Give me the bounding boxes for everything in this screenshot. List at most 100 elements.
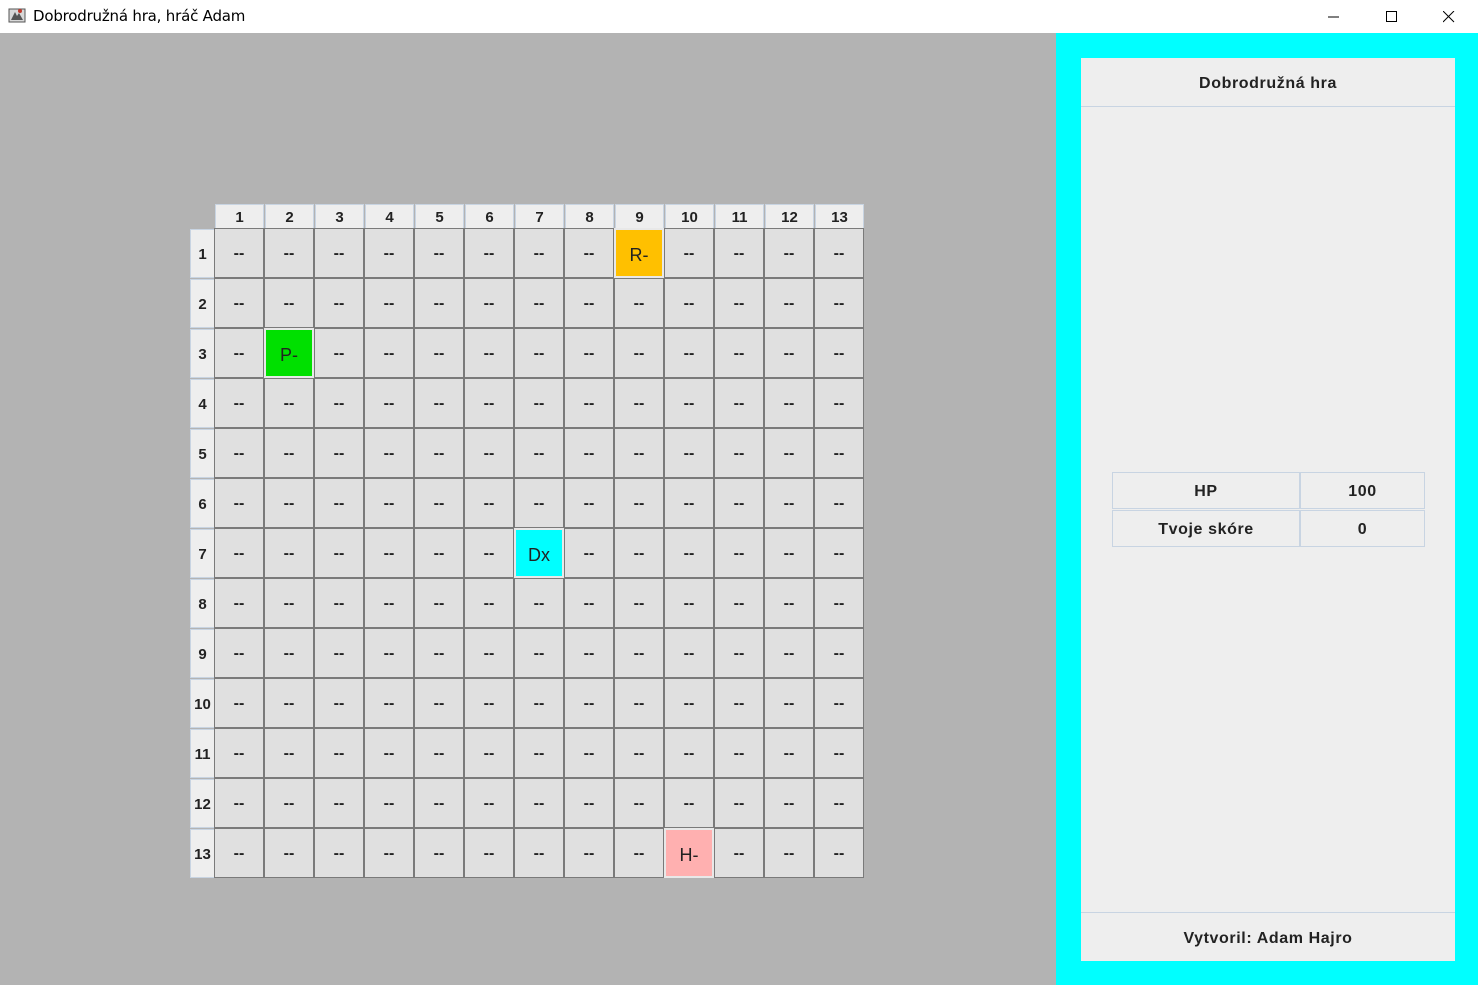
board-cell[interactable]: -- (314, 378, 364, 428)
board-cell[interactable]: -- (714, 778, 764, 828)
board-cell[interactable]: -- (314, 628, 364, 678)
board-cell[interactable]: -- (814, 228, 864, 278)
board-cell[interactable]: -- (264, 728, 314, 778)
board-cell[interactable]: -- (514, 478, 564, 528)
board-cell[interactable]: -- (364, 378, 414, 428)
board-cell[interactable]: -- (664, 578, 714, 628)
board-cell[interactable]: -- (714, 528, 764, 578)
board-cell[interactable]: -- (764, 378, 814, 428)
board-cell[interactable]: -- (464, 628, 514, 678)
board-cell[interactable]: -- (364, 528, 414, 578)
board-cell[interactable]: -- (814, 278, 864, 328)
board-cell[interactable]: -- (214, 328, 264, 378)
board-cell[interactable]: -- (464, 778, 514, 828)
board-cell[interactable]: -- (214, 478, 264, 528)
board-cell[interactable]: -- (364, 728, 414, 778)
board-cell[interactable]: -- (614, 828, 664, 878)
board-cell[interactable]: -- (264, 528, 314, 578)
board-cell[interactable]: -- (464, 828, 514, 878)
board-cell[interactable]: -- (714, 578, 764, 628)
board-cell[interactable]: -- (364, 578, 414, 628)
board-cell[interactable]: -- (614, 328, 664, 378)
board-cell[interactable]: -- (514, 428, 564, 478)
board-cell[interactable]: -- (514, 678, 564, 728)
board-cell[interactable]: -- (714, 428, 764, 478)
board-cell-entity[interactable]: Dx (514, 528, 564, 578)
board-cell[interactable]: -- (664, 528, 714, 578)
board-cell[interactable]: -- (264, 628, 314, 678)
board-cell[interactable]: -- (364, 428, 414, 478)
board-cell[interactable]: -- (314, 778, 364, 828)
board-cell[interactable]: -- (414, 328, 464, 378)
board-cell[interactable]: -- (514, 728, 564, 778)
board-cell[interactable]: -- (764, 778, 814, 828)
board-cell[interactable]: -- (614, 678, 664, 728)
board-cell[interactable]: -- (264, 278, 314, 328)
board-cell[interactable]: -- (814, 628, 864, 678)
board-cell[interactable]: -- (814, 378, 864, 428)
board-cell[interactable]: -- (314, 328, 364, 378)
board-cell[interactable]: -- (514, 328, 564, 378)
board-cell[interactable]: -- (814, 578, 864, 628)
board-cell[interactable]: -- (714, 378, 764, 428)
board-cell[interactable]: -- (264, 428, 314, 478)
board-cell[interactable]: -- (564, 378, 614, 428)
board-cell[interactable]: -- (464, 278, 514, 328)
board-cell[interactable]: -- (264, 228, 314, 278)
board-cell[interactable]: -- (464, 528, 514, 578)
board-cell[interactable]: -- (614, 778, 664, 828)
board-cell[interactable]: -- (814, 478, 864, 528)
board-cell[interactable]: -- (664, 428, 714, 478)
board-cell[interactable]: -- (664, 478, 714, 528)
board-cell[interactable]: -- (214, 378, 264, 428)
board-cell[interactable]: -- (514, 628, 564, 678)
board-cell[interactable]: -- (814, 328, 864, 378)
board-cell[interactable]: -- (564, 828, 614, 878)
board-cell[interactable]: -- (364, 628, 414, 678)
board-cell[interactable]: -- (464, 378, 514, 428)
board-cell[interactable]: -- (314, 278, 364, 328)
board-cell[interactable]: -- (514, 228, 564, 278)
board-cell[interactable]: -- (814, 528, 864, 578)
board-cell[interactable]: -- (764, 528, 814, 578)
board-cell[interactable]: -- (314, 528, 364, 578)
close-button[interactable] (1420, 0, 1478, 33)
board-cell[interactable]: -- (614, 278, 664, 328)
board-cell[interactable]: -- (564, 628, 614, 678)
board-cell[interactable]: -- (264, 778, 314, 828)
board-cell[interactable]: -- (414, 228, 464, 278)
board-cell[interactable]: -- (214, 528, 264, 578)
board-cell[interactable]: -- (464, 428, 514, 478)
board-cell[interactable]: -- (664, 778, 714, 828)
board-cell[interactable]: -- (614, 578, 664, 628)
board-cell[interactable]: -- (564, 228, 614, 278)
minimize-button[interactable] (1305, 0, 1363, 33)
board-cell[interactable]: -- (514, 278, 564, 328)
board-cell[interactable]: -- (764, 278, 814, 328)
board-cell[interactable]: -- (564, 278, 614, 328)
board-cell[interactable]: -- (364, 678, 414, 728)
board-cell[interactable]: -- (414, 378, 464, 428)
board-cell[interactable]: -- (314, 728, 364, 778)
board-cell[interactable]: -- (564, 778, 614, 828)
board-cell[interactable]: -- (414, 628, 464, 678)
board-cell[interactable]: -- (214, 728, 264, 778)
board-cell[interactable]: -- (464, 728, 514, 778)
board-cell[interactable]: -- (814, 828, 864, 878)
board-cell[interactable]: -- (464, 578, 514, 628)
board-cell[interactable]: -- (714, 328, 764, 378)
board-cell[interactable]: -- (564, 328, 614, 378)
board-cell[interactable]: -- (464, 228, 514, 278)
board-cell[interactable]: -- (414, 678, 464, 728)
board-cell[interactable]: -- (614, 478, 664, 528)
board-cell[interactable]: -- (664, 328, 714, 378)
board-cell[interactable]: -- (214, 828, 264, 878)
board-cell[interactable]: -- (364, 228, 414, 278)
board-cell[interactable]: -- (714, 828, 764, 878)
board-cell[interactable]: -- (764, 728, 814, 778)
board-cell[interactable]: -- (614, 428, 664, 478)
board-cell-entity[interactable]: H- (664, 828, 714, 878)
board-cell[interactable]: -- (564, 728, 614, 778)
board-cell[interactable]: -- (214, 678, 264, 728)
board-cell[interactable]: -- (414, 728, 464, 778)
